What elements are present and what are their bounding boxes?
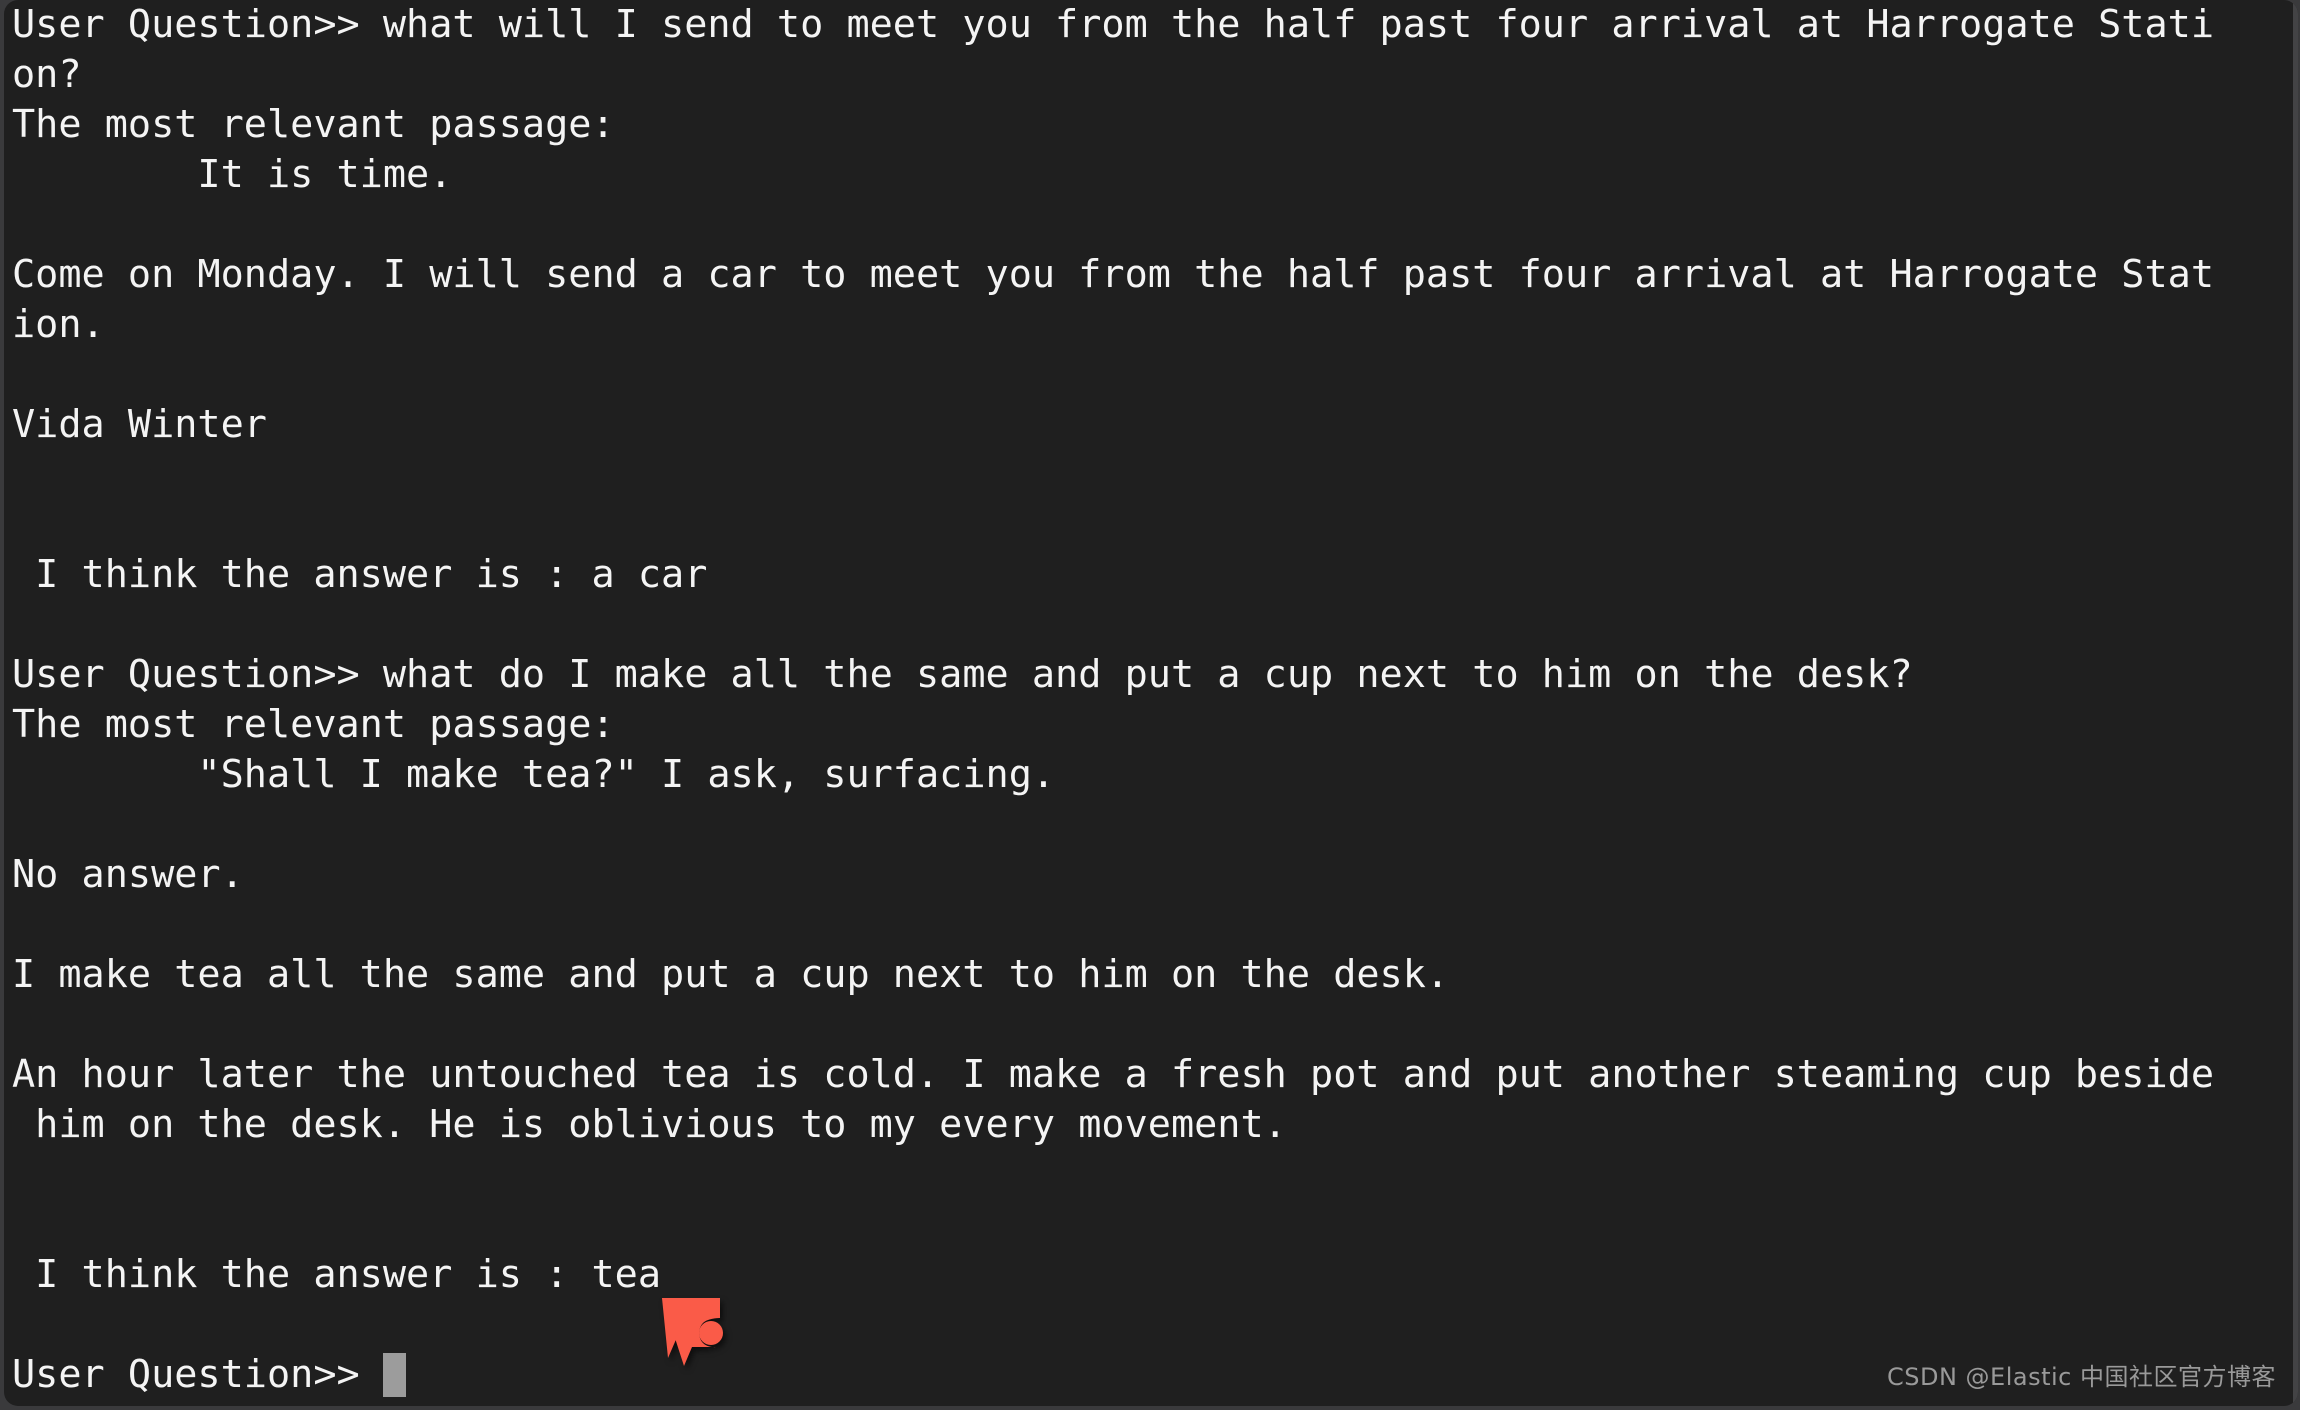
console-line: ion. bbox=[12, 302, 105, 347]
console-line: It is time. bbox=[12, 152, 453, 197]
console-line: I make tea all the same and put a cup ne… bbox=[12, 952, 1450, 997]
prompt-label: User Question>> bbox=[12, 1352, 383, 1397]
screen-root: User Question>> what will I send to meet… bbox=[0, 0, 2300, 1410]
console-line: Come on Monday. I will send a car to mee… bbox=[12, 252, 2215, 297]
console-line: Vida Winter bbox=[12, 402, 267, 447]
console-line: I think the answer is : a car bbox=[12, 552, 708, 597]
console-line: I think the answer is : tea bbox=[12, 1252, 662, 1297]
console-line: An hour later the untouched tea is cold.… bbox=[12, 1052, 2215, 1097]
console-line: User Question>> what do I make all the s… bbox=[12, 652, 1913, 697]
terminal-output[interactable]: User Question>> what will I send to meet… bbox=[4, 0, 2298, 1400]
console-line: "Shall I make tea?" I ask, surfacing. bbox=[12, 752, 1056, 797]
terminal-window[interactable]: User Question>> what will I send to meet… bbox=[4, 0, 2298, 1406]
text-cursor bbox=[382, 1353, 406, 1397]
console-line: on? bbox=[12, 52, 82, 97]
console-line: User Question>> what will I send to meet… bbox=[12, 2, 2215, 47]
watermark-label: CSDN @Elastic 中国社区官方博客 bbox=[1887, 1363, 2276, 1391]
vertical-scrollbar[interactable] bbox=[2293, 0, 2298, 1406]
console-line: The most relevant passage: bbox=[12, 102, 615, 147]
console-line: The most relevant passage: bbox=[12, 702, 615, 747]
console-line: him on the desk. He is oblivious to my e… bbox=[12, 1102, 1287, 1147]
console-line: No answer. bbox=[12, 852, 244, 897]
